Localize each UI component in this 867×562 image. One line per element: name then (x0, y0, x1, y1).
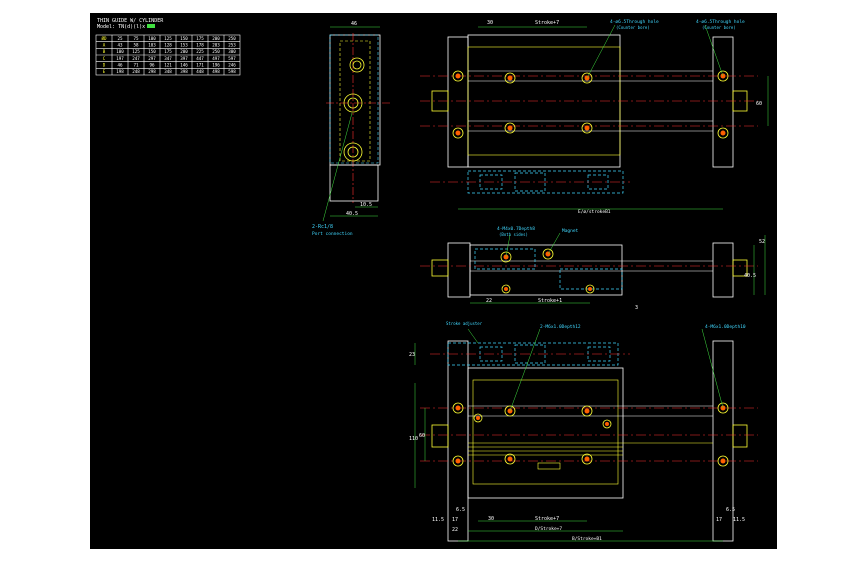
table-cell: 125 (132, 49, 140, 54)
table-cell: 200 (180, 49, 188, 54)
table-cell: 121 (164, 62, 172, 67)
table-cell: 150 (180, 36, 188, 41)
table-cell: 253 (228, 42, 236, 47)
table-cell: 448 (196, 69, 204, 74)
top-dim-length: E/ø/strokeB1 (578, 209, 611, 215)
table-cell: 198 (116, 69, 124, 74)
model-highlight (147, 24, 155, 28)
table-cell: 250 (228, 36, 236, 41)
table-cells: ØD 25 75 100 125 150 175 200 250 A 43 58 103 128 153 17… (101, 36, 236, 74)
bottom-dim-17-left: 17 (452, 517, 458, 523)
table-cell: 46 (117, 62, 123, 67)
mid-dim-40-5: 40.5 (744, 273, 756, 279)
bottom-dim-22: 22 (452, 527, 458, 533)
table-cell: 498 (212, 69, 220, 74)
table-cell: 178 (196, 42, 204, 47)
table-cell: 347 (164, 56, 172, 61)
bottom-note-2: 4-M6x1.0Depth10 (705, 324, 746, 330)
mid-note-2: Magnet (562, 228, 579, 234)
bottom-dim-d: D/Stroke+7 (535, 526, 562, 532)
table-cell: 150 (148, 49, 156, 54)
table-cell: 225 (196, 49, 204, 54)
table-cell: 197 (116, 56, 124, 61)
top-dim-stroke: Stroke+7 (535, 20, 559, 26)
table-cell: 598 (228, 69, 236, 74)
table-cell: 43 (117, 42, 123, 47)
table-cell: 200 (212, 36, 220, 41)
table-cell: 153 (180, 42, 188, 47)
bottom-dim-stroke: Stroke+7 (535, 516, 559, 522)
table-cell: 96 (149, 62, 155, 67)
table-cell: 196 (212, 62, 220, 67)
table-cell: 128 (164, 42, 172, 47)
bottom-view: 23 110 60 30 Stroke+7 D/Stroke+7 B/Strok… (409, 321, 758, 542)
table-cell: 447 (196, 56, 204, 61)
table-cell: 100 (116, 49, 124, 54)
table-cell: 398 (180, 69, 188, 74)
bottom-dim-60: 60 (419, 433, 425, 439)
bottom-note-adjuster: Stroke adjuster (446, 321, 483, 326)
table-cell: 597 (228, 56, 236, 61)
bottom-dim-b: B/Stroke+B1 (572, 536, 602, 542)
port-note: 2-Rc1/8 (312, 224, 333, 230)
table-cell: 100 (148, 36, 156, 41)
table-cell: D (103, 62, 106, 67)
table-cell: 298 (148, 69, 156, 74)
middle-view: 22 Stroke+1 40.5 52 3 4-M4x0.7Depth8 (Bo… (420, 226, 766, 311)
table-cell: 58 (133, 42, 139, 47)
table-cell: E (103, 69, 106, 74)
table-cell: ØD (101, 36, 107, 41)
table-cell: 497 (212, 56, 220, 61)
table-cell: 247 (132, 56, 140, 61)
table-cell: 171 (196, 62, 204, 67)
top-note-left-sub: (Counter bore) (616, 25, 650, 30)
table-cell: A (103, 42, 106, 47)
side-dim-bottom-1: 10.5 (360, 202, 372, 208)
mid-dim-22: 22 (486, 298, 492, 304)
table-cell: 297 (148, 56, 156, 61)
table-cell: 25 (117, 36, 123, 41)
top-note-right-sub: (Counter bore) (702, 25, 736, 30)
table-cell: 125 (164, 36, 172, 41)
top-dim-60: 60 (756, 101, 762, 107)
bottom-dim-30: 30 (488, 516, 494, 522)
table-cell: C (103, 56, 106, 61)
table-cell: 397 (180, 56, 188, 61)
top-view: 30 Stroke+7 60 E/ø/strokeB1 4-ø6.5Throug… (420, 19, 769, 215)
side-dim-top: 46 (351, 21, 357, 27)
mid-dim-3: 3 (635, 305, 638, 311)
cad-drawing: THIN GUIDE W/ CYLINDER Model: TN(d)(l)x … (95, 18, 769, 542)
drawing-model: Model: TN(d)(l)x (97, 24, 145, 30)
bottom-dim-110: 110 (409, 436, 418, 442)
cad-drawing-canvas: THIN GUIDE W/ CYLINDER Model: TN(d)(l)x … (90, 13, 777, 549)
table-cell: B (103, 49, 106, 54)
table-cell: 103 (148, 42, 156, 47)
mid-dim-stroke: Stroke+1 (538, 298, 562, 304)
bottom-dim-11-5-right: 11.5 (733, 517, 745, 523)
table-cell: 246 (228, 62, 236, 67)
side-view: 46 10.5 40.5 2-Rc1/8 Port connection (312, 21, 390, 237)
table-cell: 175 (196, 36, 204, 41)
table-cell: 248 (132, 69, 140, 74)
bottom-dim-17-right: 17 (716, 517, 722, 523)
table-cell: 300 (228, 49, 236, 54)
table-cell: 250 (212, 49, 220, 54)
side-dim-bottom-2: 40.5 (346, 211, 358, 217)
table-cell: 75 (133, 36, 139, 41)
table-cell: 175 (164, 49, 172, 54)
bottom-dim-23: 23 (409, 352, 415, 358)
top-dim-30: 30 (487, 20, 493, 26)
bottom-dim-6-5-right: 6.5 (726, 507, 735, 513)
mid-dim-52: 52 (759, 239, 765, 245)
mid-note-1-sub: (Both sides) (499, 232, 528, 237)
table-cell: 71 (133, 62, 139, 67)
table-cell: 146 (180, 62, 188, 67)
table-cell: 348 (164, 69, 172, 74)
bottom-dim-6-5-left: 6.5 (456, 507, 465, 513)
bottom-note-1: 2-M6x1.0Depth12 (540, 324, 581, 330)
bottom-dim-11-5-left: 11.5 (432, 517, 444, 523)
port-note-sub: Port connection (312, 231, 353, 237)
table-cell: 203 (212, 42, 220, 47)
